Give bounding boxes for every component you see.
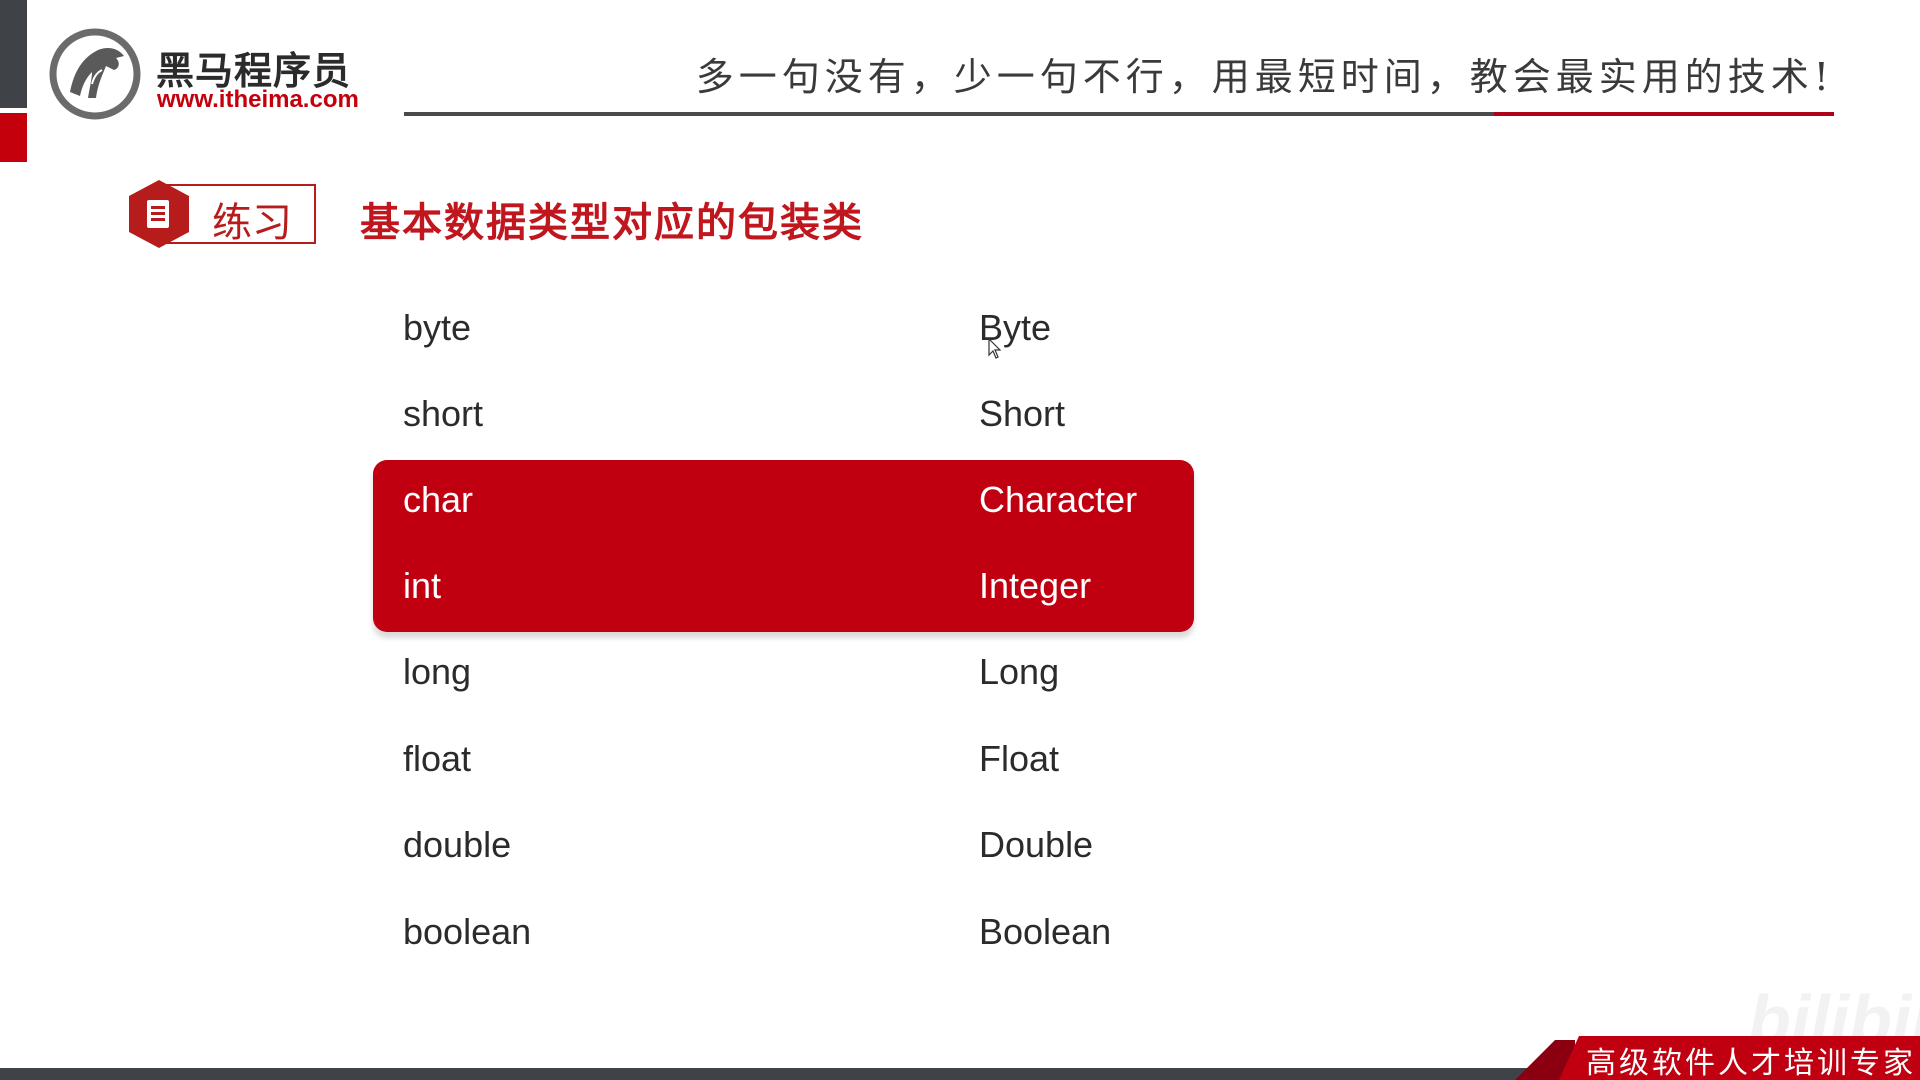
mapping-row: long Long [0, 642, 1920, 702]
primitive-type: int [403, 565, 442, 606]
mapping-row: short Short [0, 384, 1920, 444]
footer-tagline: 高级软件人才培训专家 [1586, 1046, 1916, 1080]
badge-label: 练习 [212, 201, 292, 245]
mapping-row: boolean Boolean [0, 902, 1920, 962]
mapping-row-highlighted: int Integer [0, 556, 1920, 616]
wrapper-class: Double [979, 824, 1094, 865]
primitive-type: double [403, 824, 512, 865]
edge-red-strip [0, 113, 27, 162]
primitive-type: byte [403, 307, 472, 348]
section-badge: 练习 [126, 178, 316, 248]
primitive-type: long [403, 651, 472, 692]
mouse-cursor-icon [988, 338, 1002, 359]
edge-dark-strip [0, 0, 27, 108]
primitive-type: boolean [403, 911, 532, 952]
section-title: 基本数据类型对应的包装类 [360, 201, 864, 245]
horse-logo-icon [49, 28, 141, 120]
mapping-row: float Float [0, 729, 1920, 789]
mapping-row: double Double [0, 815, 1920, 875]
logo-url: www.itheima.com [157, 86, 359, 113]
mapping-row: byte Byte [0, 298, 1920, 358]
header-divider-accent [1494, 112, 1834, 116]
document-icon [129, 180, 189, 248]
primitive-type: short [403, 393, 484, 434]
itheima-logo: 黑马程序员 www.itheima.com [48, 26, 378, 120]
mapping-row-highlighted: char Character [0, 470, 1920, 530]
wrapper-class: Long [979, 651, 1060, 692]
primitive-type: char [403, 479, 474, 520]
wrapper-class: Boolean [979, 911, 1112, 952]
wrapper-class: Integer [979, 565, 1092, 606]
header-slogan: 多一句没有，少一句不行，用最短时间，教会最实用的技术! [695, 55, 1834, 99]
slide: 黑马程序员 www.itheima.com 多一句没有，少一句不行，用最短时间，… [0, 0, 1920, 1080]
wrapper-class: Character [979, 479, 1138, 520]
wrapper-class: Float [979, 738, 1060, 779]
wrapper-class: Short [979, 393, 1066, 434]
primitive-type: float [403, 738, 472, 779]
